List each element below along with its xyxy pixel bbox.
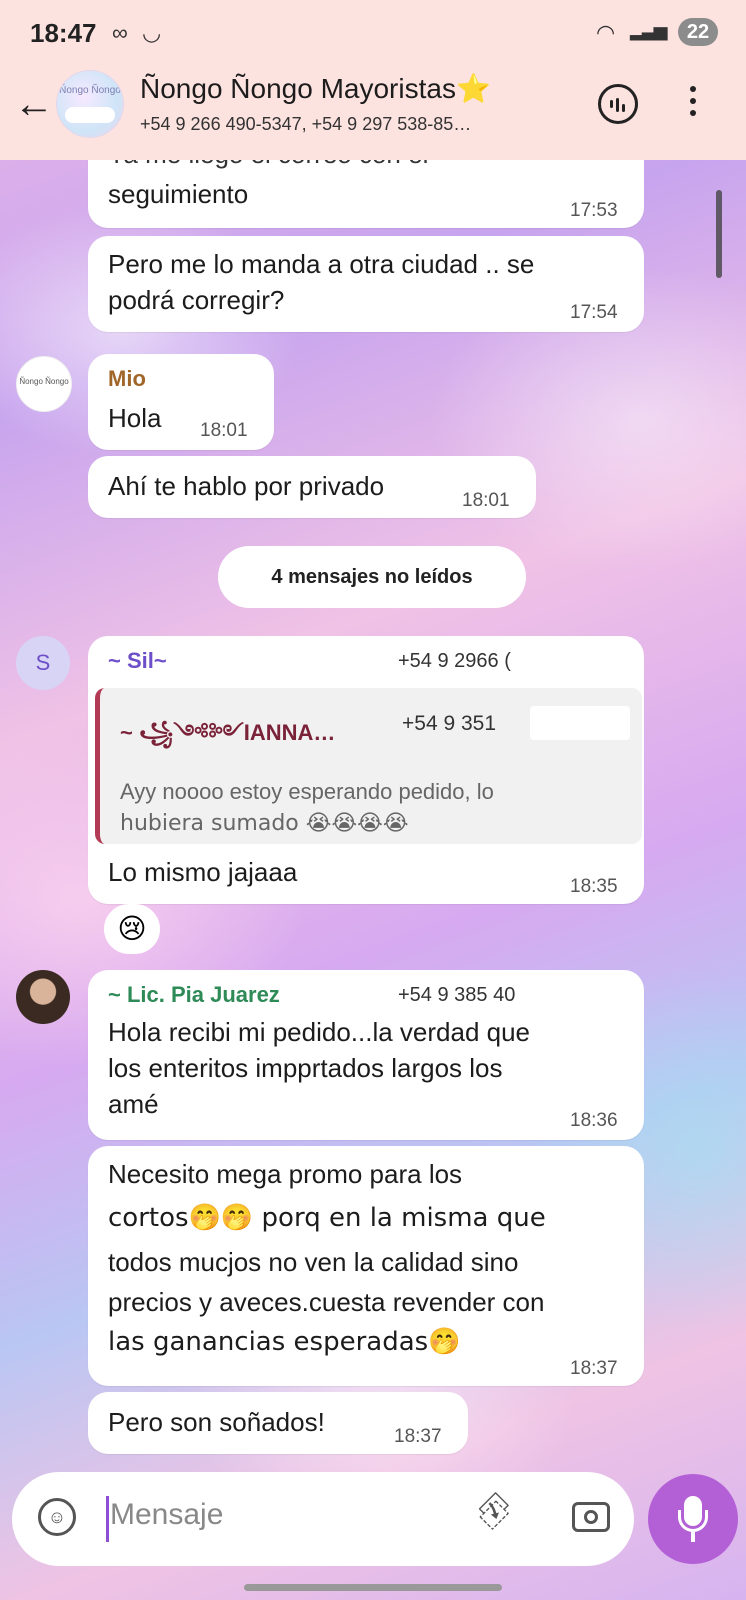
group-avatar-text: Ñongo Ñongo xyxy=(59,85,121,96)
back-arrow-icon[interactable]: ← xyxy=(14,84,54,124)
message-bubble[interactable]: Necesito mega promo para los cortos🤭🤭 po… xyxy=(88,1146,644,1386)
battery-indicator: 22 xyxy=(678,18,718,46)
sender-avatar[interactable]: S xyxy=(16,636,70,690)
redaction-block xyxy=(530,706,630,740)
voice-chat-icon[interactable] xyxy=(598,84,638,124)
message-text: Ahí te hablo por privado xyxy=(108,471,385,501)
message-time: 18:37 xyxy=(394,1426,442,1447)
message-text: Lo mismo jajaaa xyxy=(108,857,298,887)
status-time: 18:47 xyxy=(30,18,97,48)
more-options-icon[interactable] xyxy=(690,86,698,122)
quoted-text: Ayy noooo estoy esperando pedido, lo xyxy=(120,779,494,804)
quoted-phone: +54 9 351 xyxy=(402,712,497,735)
message-text: Hola recibi mi pedido...la verdad que xyxy=(108,1017,531,1047)
group-members[interactable]: +54 9 266 490-5347, +54 9 297 538-85… xyxy=(140,114,471,135)
sender-avatar[interactable]: Ñongo Ñongo xyxy=(16,356,72,412)
message-input[interactable]: Mensaje xyxy=(110,1498,223,1532)
scrollbar[interactable] xyxy=(716,190,722,278)
message-text: Pero me lo manda a otra ciudad .. se xyxy=(108,249,535,279)
message-time: 17:53 xyxy=(570,200,618,221)
text-caret xyxy=(106,1496,109,1542)
message-text: Hola xyxy=(108,403,162,433)
message-bubble[interactable]: Pero son soñados! 18:37 xyxy=(88,1392,468,1454)
group-title[interactable]: Ñongo Ñongo Mayoristas⭐ xyxy=(140,72,491,105)
shield-icon: ◡ xyxy=(142,20,162,45)
message-text: precios y aveces.cuesta revender con xyxy=(108,1287,545,1317)
message-text: los enteritos impprtados largos los xyxy=(108,1053,503,1083)
sender-name[interactable]: Mio xyxy=(108,366,146,392)
message-bubble[interactable]: Pero me lo manda a otra ciudad .. se pod… xyxy=(88,236,644,332)
home-indicator[interactable] xyxy=(244,1584,502,1591)
sticker-icon[interactable]: ☺ xyxy=(38,1498,76,1536)
message-bubble[interactable]: Ahí te hablo por privado 18:01 xyxy=(88,456,536,518)
message-text: Necesito mega promo para los xyxy=(108,1159,463,1189)
message-time: 18:01 xyxy=(200,420,248,441)
message-text: seguimiento xyxy=(108,179,249,209)
signal-icon: ▂▃▅ xyxy=(630,20,668,40)
microphone-icon-stem xyxy=(691,1532,695,1542)
microphone-button[interactable] xyxy=(648,1474,738,1564)
message-time: 18:01 xyxy=(462,490,510,511)
message-text: Pero son soñados! xyxy=(108,1407,325,1437)
message-bubble[interactable]: Mio Hola 18:01 xyxy=(88,354,274,450)
sender-name[interactable]: ~ Lic. Pia Juarez xyxy=(108,982,280,1008)
wifi-icon: ◠ xyxy=(596,20,616,45)
message-text: amé xyxy=(108,1089,159,1119)
quoted-text: hubiera sumado 😭😭😭😭 xyxy=(120,811,409,836)
quoted-message[interactable]: ~ ꧁༺༻IANNA… +54 9 351 Ayy noooo estoy es… xyxy=(95,688,642,844)
cloud-icon xyxy=(65,107,115,123)
message-time: 17:54 xyxy=(570,302,618,323)
attach-icon[interactable]: ⎘ xyxy=(470,1488,517,1535)
status-bar: 18:47 ∞ ◡ ◠ ▂▃▅ 22 xyxy=(0,0,746,64)
quoted-sender: ~ ꧁༺༻IANNA… xyxy=(120,720,336,745)
group-avatar[interactable]: Ñongo Ñongo xyxy=(56,70,124,138)
sender-phone: +54 9 385 40 xyxy=(398,984,516,1006)
message-text: las ganancias esperadas🤭 xyxy=(108,1327,461,1357)
sender-phone: +54 9 2966 ( xyxy=(398,650,511,672)
sender-avatar-text: Ñongo Ñongo xyxy=(19,377,69,386)
header-layer: ← Ñongo Ñongo Ñongo Ñongo Mayoristas⭐ +5… xyxy=(0,64,746,160)
message-bubble[interactable]: ~ Lic. Pia Juarez +54 9 385 40 Hola reci… xyxy=(88,970,644,1140)
sender-avatar-photo[interactable] xyxy=(16,970,70,1024)
reaction-badge[interactable]: 😢 xyxy=(104,904,160,954)
link-icon: ∞ xyxy=(112,20,128,45)
unread-separator: 4 mensajes no leídos xyxy=(218,546,526,608)
message-time: 18:37 xyxy=(570,1358,618,1379)
message-time: 18:35 xyxy=(570,876,618,897)
message-text: cortos🤭🤭 porq en la misma que xyxy=(108,1203,546,1233)
sender-name[interactable]: ~ Sil~ xyxy=(108,648,167,674)
message-text: podrá corregir? xyxy=(108,285,285,315)
microphone-icon-base xyxy=(678,1510,708,1532)
camera-icon[interactable] xyxy=(572,1502,610,1532)
message-composer[interactable]: ☺ Mensaje ⎘ xyxy=(12,1472,634,1566)
message-time: 18:36 xyxy=(570,1110,618,1131)
message-text: todos mucjos no ven la calidad sino xyxy=(108,1247,519,1277)
